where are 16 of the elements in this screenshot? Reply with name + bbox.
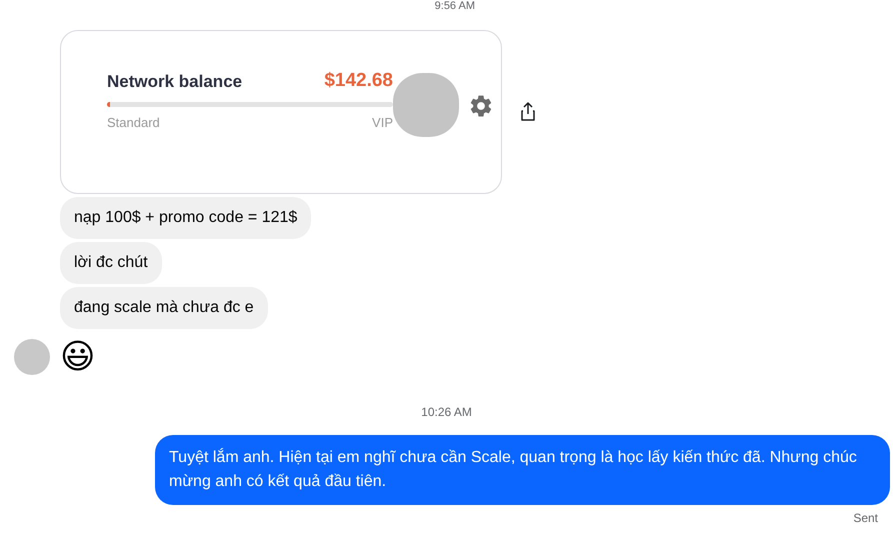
- sent-status: Sent: [853, 510, 878, 527]
- tier-label: VIP: [372, 114, 393, 132]
- message-bubble: lời đc chút: [60, 242, 162, 284]
- message-bubble: nạp 100$ + promo code = 121$: [60, 197, 312, 239]
- emoji: 😃: [60, 337, 96, 377]
- share-icon[interactable]: [520, 102, 536, 122]
- gear-icon: [468, 93, 494, 119]
- message-bubble: đang scale mà chưa đc e: [60, 287, 268, 329]
- tier-label: Standard: [107, 114, 160, 132]
- redaction-blob: [393, 73, 459, 137]
- timestamp: 9:56 AM: [434, 0, 475, 14]
- avatar: [14, 339, 50, 375]
- timestamp: 10:26 AM: [421, 404, 472, 421]
- balance-title: Network balance: [107, 70, 242, 92]
- balance-amount: $142.68: [324, 69, 393, 93]
- message-bubble: Tuyệt lắm anh. Hiện tại em nghĩ chưa cần Scale, quan trọng là học lấy kiến thức đã. Nhưng chúc mừng anh có kết quả đầu tiên.: [155, 435, 890, 505]
